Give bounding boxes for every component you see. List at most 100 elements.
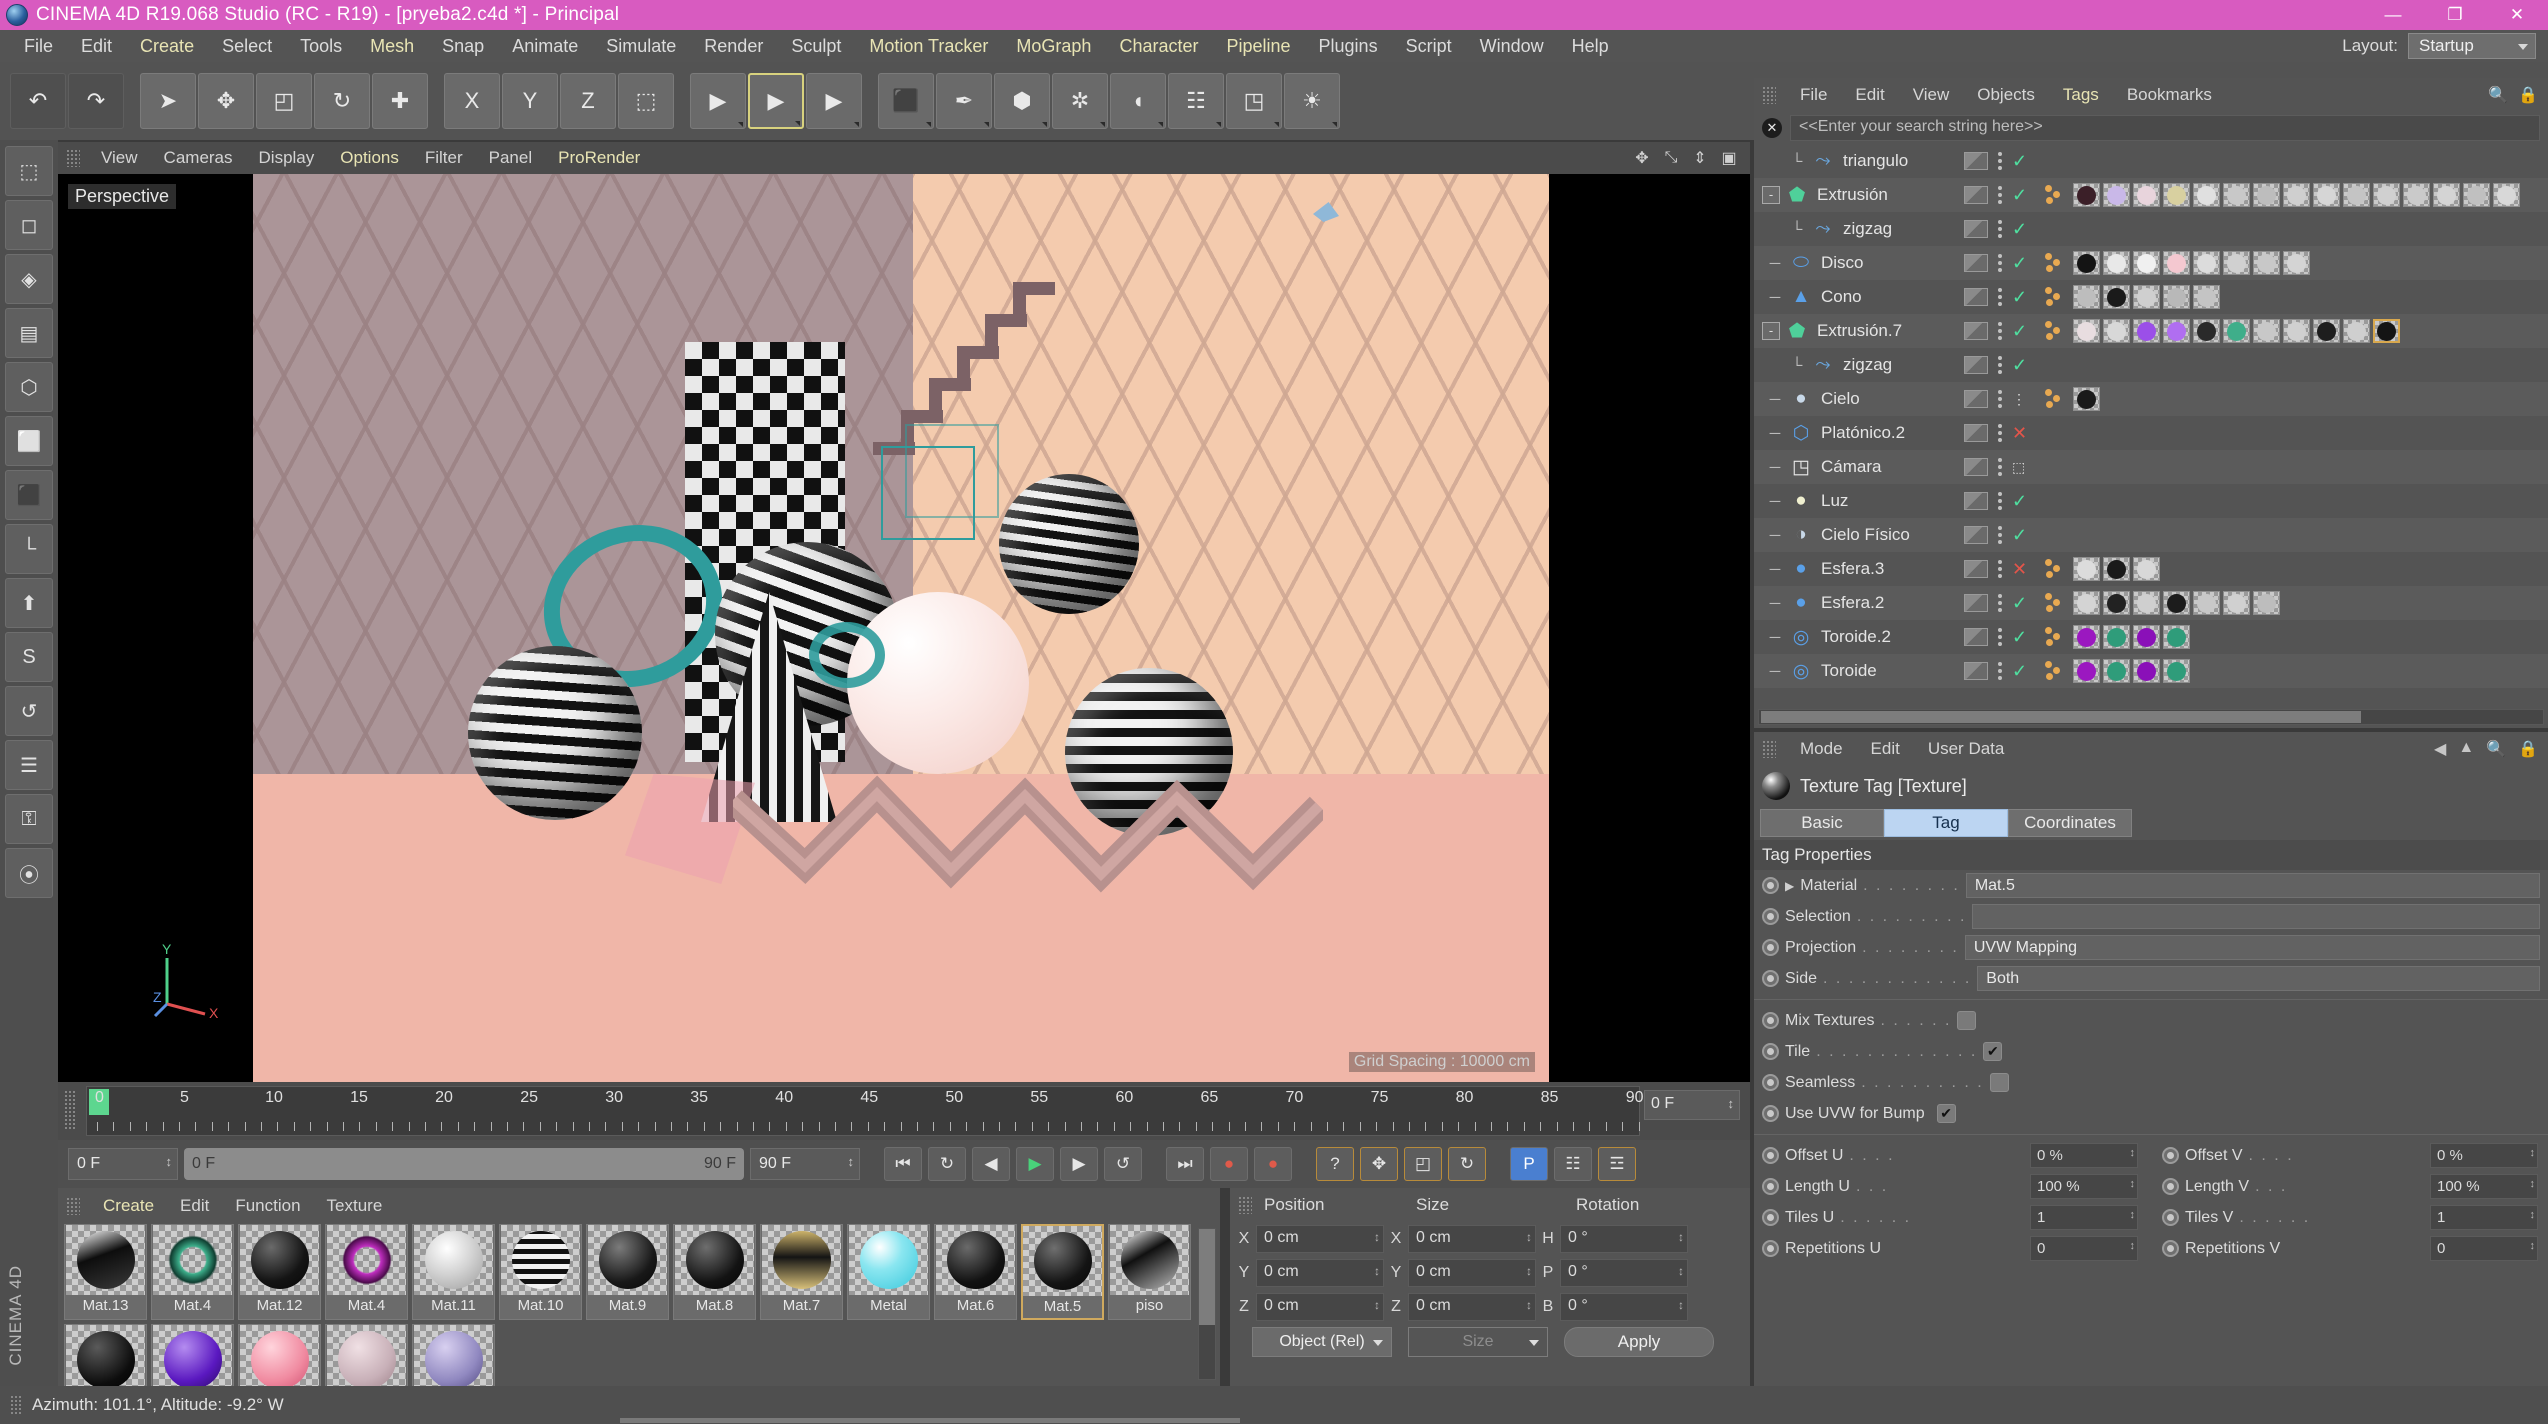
object-enable-icon[interactable]: ✕ (2012, 423, 2027, 444)
object-menu-view[interactable]: View (1899, 85, 1964, 105)
uv-value-field[interactable]: 0 % (2030, 1143, 2138, 1168)
texture-tag-chip[interactable] (2073, 659, 2100, 683)
texture-tag-chip[interactable] (2103, 319, 2130, 343)
object-axis-tool[interactable]: ⬜ (5, 416, 53, 466)
object-row[interactable]: ─ ⬡ Platónico.2 ✕ (1754, 416, 2548, 450)
texture-tag-chip[interactable] (2163, 251, 2190, 275)
object-enable-icon[interactable]: ✓ (2012, 287, 2027, 308)
point-mode-tool[interactable]: ◻ (5, 200, 53, 250)
texture-axis-tool[interactable]: ⬛ (5, 470, 53, 520)
material-menu-create[interactable]: Create (90, 1196, 167, 1216)
texture-tag-chip[interactable] (2343, 183, 2370, 207)
start-frame-field[interactable]: 0 F (68, 1148, 178, 1180)
property-value-field[interactable] (1972, 904, 2540, 929)
cube-primitive-button[interactable]: ⬛ (878, 73, 934, 129)
x-axis-button[interactable]: X (444, 73, 500, 129)
texture-tag-chip[interactable] (2103, 591, 2130, 615)
lock-tool[interactable]: ⚿ (5, 794, 53, 844)
visibility-dots-icon[interactable] (1964, 526, 1988, 544)
material-cell[interactable]: Mat.5 (1021, 1224, 1104, 1320)
texture-tag-chip[interactable] (2133, 557, 2160, 581)
y-axis-button[interactable]: Y (502, 73, 558, 129)
parameter-animate-icon[interactable] (2162, 1178, 2179, 1195)
texture-tag-chip[interactable] (2163, 625, 2190, 649)
editor-render-dots-icon[interactable] (1998, 254, 2002, 272)
go-to-start-button[interactable]: ⏮ (884, 1147, 922, 1181)
property-value-field[interactable]: UVW Mapping (1964, 935, 2540, 960)
texture-tag-chip[interactable] (2283, 183, 2310, 207)
menu-item-simulate[interactable]: Simulate (592, 36, 690, 57)
redo-button[interactable]: ↷ (68, 73, 124, 129)
checkbox[interactable] (1957, 1011, 1977, 1030)
visibility-dots-icon[interactable] (1964, 594, 1988, 612)
rotation-b-field[interactable]: 0 ° (1560, 1293, 1688, 1321)
rotation-key-button[interactable]: ↻ (1448, 1147, 1486, 1181)
parameter-animate-icon[interactable] (1762, 1178, 1779, 1195)
panel-gripper-icon[interactable] (66, 149, 80, 167)
editor-render-dots-icon[interactable] (1998, 458, 2002, 476)
menu-item-script[interactable]: Script (1392, 36, 1466, 57)
texture-tag-chip[interactable] (2223, 183, 2250, 207)
material-cell[interactable]: Mat.10 (499, 1224, 582, 1320)
viewport-3d[interactable]: Perspective Grid Spacing: 10000 cm Y X … (58, 174, 1750, 1082)
menu-item-motion-tracker[interactable]: Motion Tracker (855, 36, 1002, 57)
position-x-field[interactable]: 0 cm (1256, 1225, 1384, 1253)
texture-tag-chip[interactable] (2313, 183, 2340, 207)
visibility-dots-icon[interactable] (1964, 424, 1988, 442)
play-button[interactable]: ▶ (1016, 1147, 1054, 1181)
object-menu-edit[interactable]: Edit (1841, 85, 1898, 105)
record-keyframe-button[interactable]: ● (1210, 1147, 1248, 1181)
visibility-dots-icon[interactable] (1964, 254, 1988, 272)
texture-tag-chip[interactable] (2433, 183, 2460, 207)
material-cell[interactable]: Mat.9 (586, 1224, 669, 1320)
tag-dots-icon[interactable] (2044, 184, 2066, 206)
visibility-dots-icon[interactable] (1964, 288, 1988, 306)
texture-tag-chip[interactable] (2103, 183, 2130, 207)
floor-environment-button[interactable]: ☷ (1168, 73, 1224, 129)
expand-collapse-icon[interactable]: - (1762, 322, 1780, 340)
visibility-dots-icon[interactable] (1964, 390, 1988, 408)
material-menu-edit[interactable]: Edit (167, 1196, 222, 1216)
texture-tag-chip[interactable] (2253, 251, 2280, 275)
parameter-animate-icon[interactable] (2162, 1209, 2179, 1226)
material-scrollbar[interactable] (1198, 1228, 1216, 1380)
attribute-tab-coordinates[interactable]: Coordinates (2008, 809, 2132, 837)
texture-tag-chip[interactable] (2193, 591, 2220, 615)
world-axis-button[interactable]: ⬚ (618, 73, 674, 129)
object-row[interactable]: └ ⤳ zigzag ✓ (1754, 212, 2548, 246)
editor-render-dots-icon[interactable] (1998, 492, 2002, 510)
menu-item-plugins[interactable]: Plugins (1305, 36, 1392, 57)
position-key-button[interactable]: ✥ (1360, 1147, 1398, 1181)
autokeying-button[interactable]: ● (1254, 1147, 1292, 1181)
parameter-animate-icon[interactable] (1762, 877, 1779, 894)
material-cell[interactable]: piso (1108, 1224, 1191, 1320)
material-cell[interactable] (238, 1324, 321, 1386)
coordinates-apply-button[interactable]: Apply (1564, 1327, 1714, 1357)
visibility-dots-icon[interactable] (1964, 662, 1988, 680)
visibility-dots-icon[interactable] (1964, 152, 1988, 170)
tag-dots-icon[interactable] (2044, 286, 2066, 308)
object-row[interactable]: - ⬟ Extrusión.7 ✓ (1754, 314, 2548, 348)
menu-item-create[interactable]: Create (126, 36, 208, 57)
parameter-animate-icon[interactable] (1762, 1043, 1779, 1060)
editor-render-dots-icon[interactable] (1998, 356, 2002, 374)
parameter-animate-icon[interactable] (1762, 1147, 1779, 1164)
attribute-menu-user-data[interactable]: User Data (1914, 739, 2019, 759)
texture-tag-chip[interactable] (2193, 319, 2220, 343)
texture-tag-chip[interactable] (2193, 285, 2220, 309)
texture-tag-chip[interactable] (2283, 319, 2310, 343)
tag-dots-icon[interactable] (2044, 388, 2066, 410)
live-selection-tool[interactable]: ⬚ (5, 146, 53, 196)
texture-tag-chip[interactable] (2133, 319, 2160, 343)
object-row[interactable]: ─ ◑ Cielo Físico ✓ (1754, 518, 2548, 552)
maximize-button[interactable]: ❐ (2424, 0, 2486, 30)
workplane-tool[interactable]: └ (5, 524, 53, 574)
select-tool-button[interactable]: ➤ (140, 73, 196, 129)
attribute-tab-basic[interactable]: Basic (1760, 809, 1884, 837)
property-value-field[interactable]: Both (1977, 966, 2540, 991)
texture-tag-chip[interactable] (2163, 183, 2190, 207)
tag-dots-icon[interactable] (2044, 320, 2066, 342)
parameter-animate-icon[interactable] (1762, 970, 1779, 987)
parameter-animate-icon[interactable] (1762, 1012, 1779, 1029)
viewport-menu-view[interactable]: View (88, 148, 151, 168)
